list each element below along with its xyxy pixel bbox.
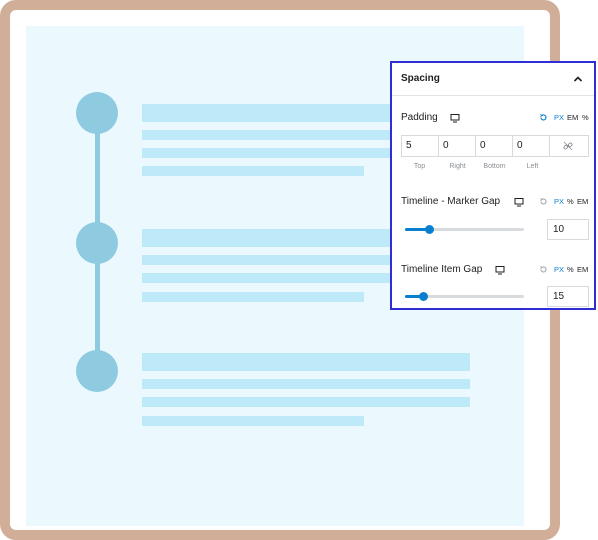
padding-top-input[interactable]: 5 (402, 136, 439, 156)
item-gap-slider[interactable] (405, 292, 524, 301)
unit-em[interactable]: EM (567, 113, 578, 122)
padding-right-input[interactable]: 0 (439, 136, 476, 156)
padding-bottom-input[interactable]: 0 (476, 136, 513, 156)
placeholder-line (142, 255, 392, 265)
placeholder-line (142, 397, 470, 407)
unit-px[interactable]: PX (554, 113, 564, 122)
unit-em[interactable]: EM (577, 197, 588, 206)
slider-thumb[interactable] (418, 292, 428, 301)
timeline-marker (76, 350, 118, 392)
panel-header[interactable]: Spacing (392, 63, 594, 96)
timeline-marker (76, 92, 118, 134)
placeholder-line (142, 379, 470, 389)
marker-gap-label: Timeline - Marker Gap (401, 196, 501, 207)
placeholder-line (142, 148, 392, 158)
unit-percent[interactable]: % (567, 265, 574, 274)
placeholder-heading (142, 353, 470, 371)
placeholder-line (142, 292, 364, 302)
unit-px[interactable]: PX (554, 265, 564, 274)
item-gap-input[interactable]: 15 (547, 286, 589, 307)
padding-inputs: 5 0 0 0 (401, 135, 589, 157)
unit-percent[interactable]: % (567, 197, 574, 206)
desktop-icon[interactable] (450, 113, 460, 123)
timeline-marker (76, 222, 118, 264)
padding-right-caption: Right (449, 163, 466, 170)
placeholder-heading (142, 229, 392, 247)
reset-icon[interactable] (539, 113, 548, 122)
padding-label: Padding (401, 112, 438, 123)
placeholder-heading (142, 104, 392, 122)
padding-bottom-caption: Bottom (483, 163, 506, 170)
placeholder-line (142, 273, 392, 283)
reset-icon[interactable] (539, 197, 548, 206)
placeholder-line (142, 416, 364, 426)
unit-px[interactable]: PX (554, 197, 564, 206)
padding-left-caption: Left (526, 163, 539, 170)
marker-gap-input[interactable]: 10 (547, 219, 589, 240)
item-gap-label: Timeline Item Gap (401, 264, 483, 275)
panel-title: Spacing (401, 73, 440, 84)
padding-left-input[interactable]: 0 (513, 136, 550, 156)
placeholder-line (142, 166, 364, 176)
marker-gap-slider[interactable] (405, 225, 524, 234)
unit-em[interactable]: EM (577, 265, 588, 274)
reset-icon[interactable] (539, 265, 548, 274)
link-values-button[interactable] (550, 136, 588, 156)
padding-top-caption: Top (413, 163, 426, 170)
chevron-up-icon[interactable] (572, 73, 584, 85)
placeholder-line (142, 130, 392, 140)
link-icon (563, 141, 573, 151)
slider-thumb[interactable] (424, 225, 434, 234)
spacing-panel: Spacing Padding PX EM % 5 0 0 0 Top Righ… (390, 61, 596, 310)
unit-percent[interactable]: % (582, 113, 589, 122)
desktop-icon[interactable] (514, 197, 524, 207)
desktop-icon[interactable] (495, 265, 505, 275)
